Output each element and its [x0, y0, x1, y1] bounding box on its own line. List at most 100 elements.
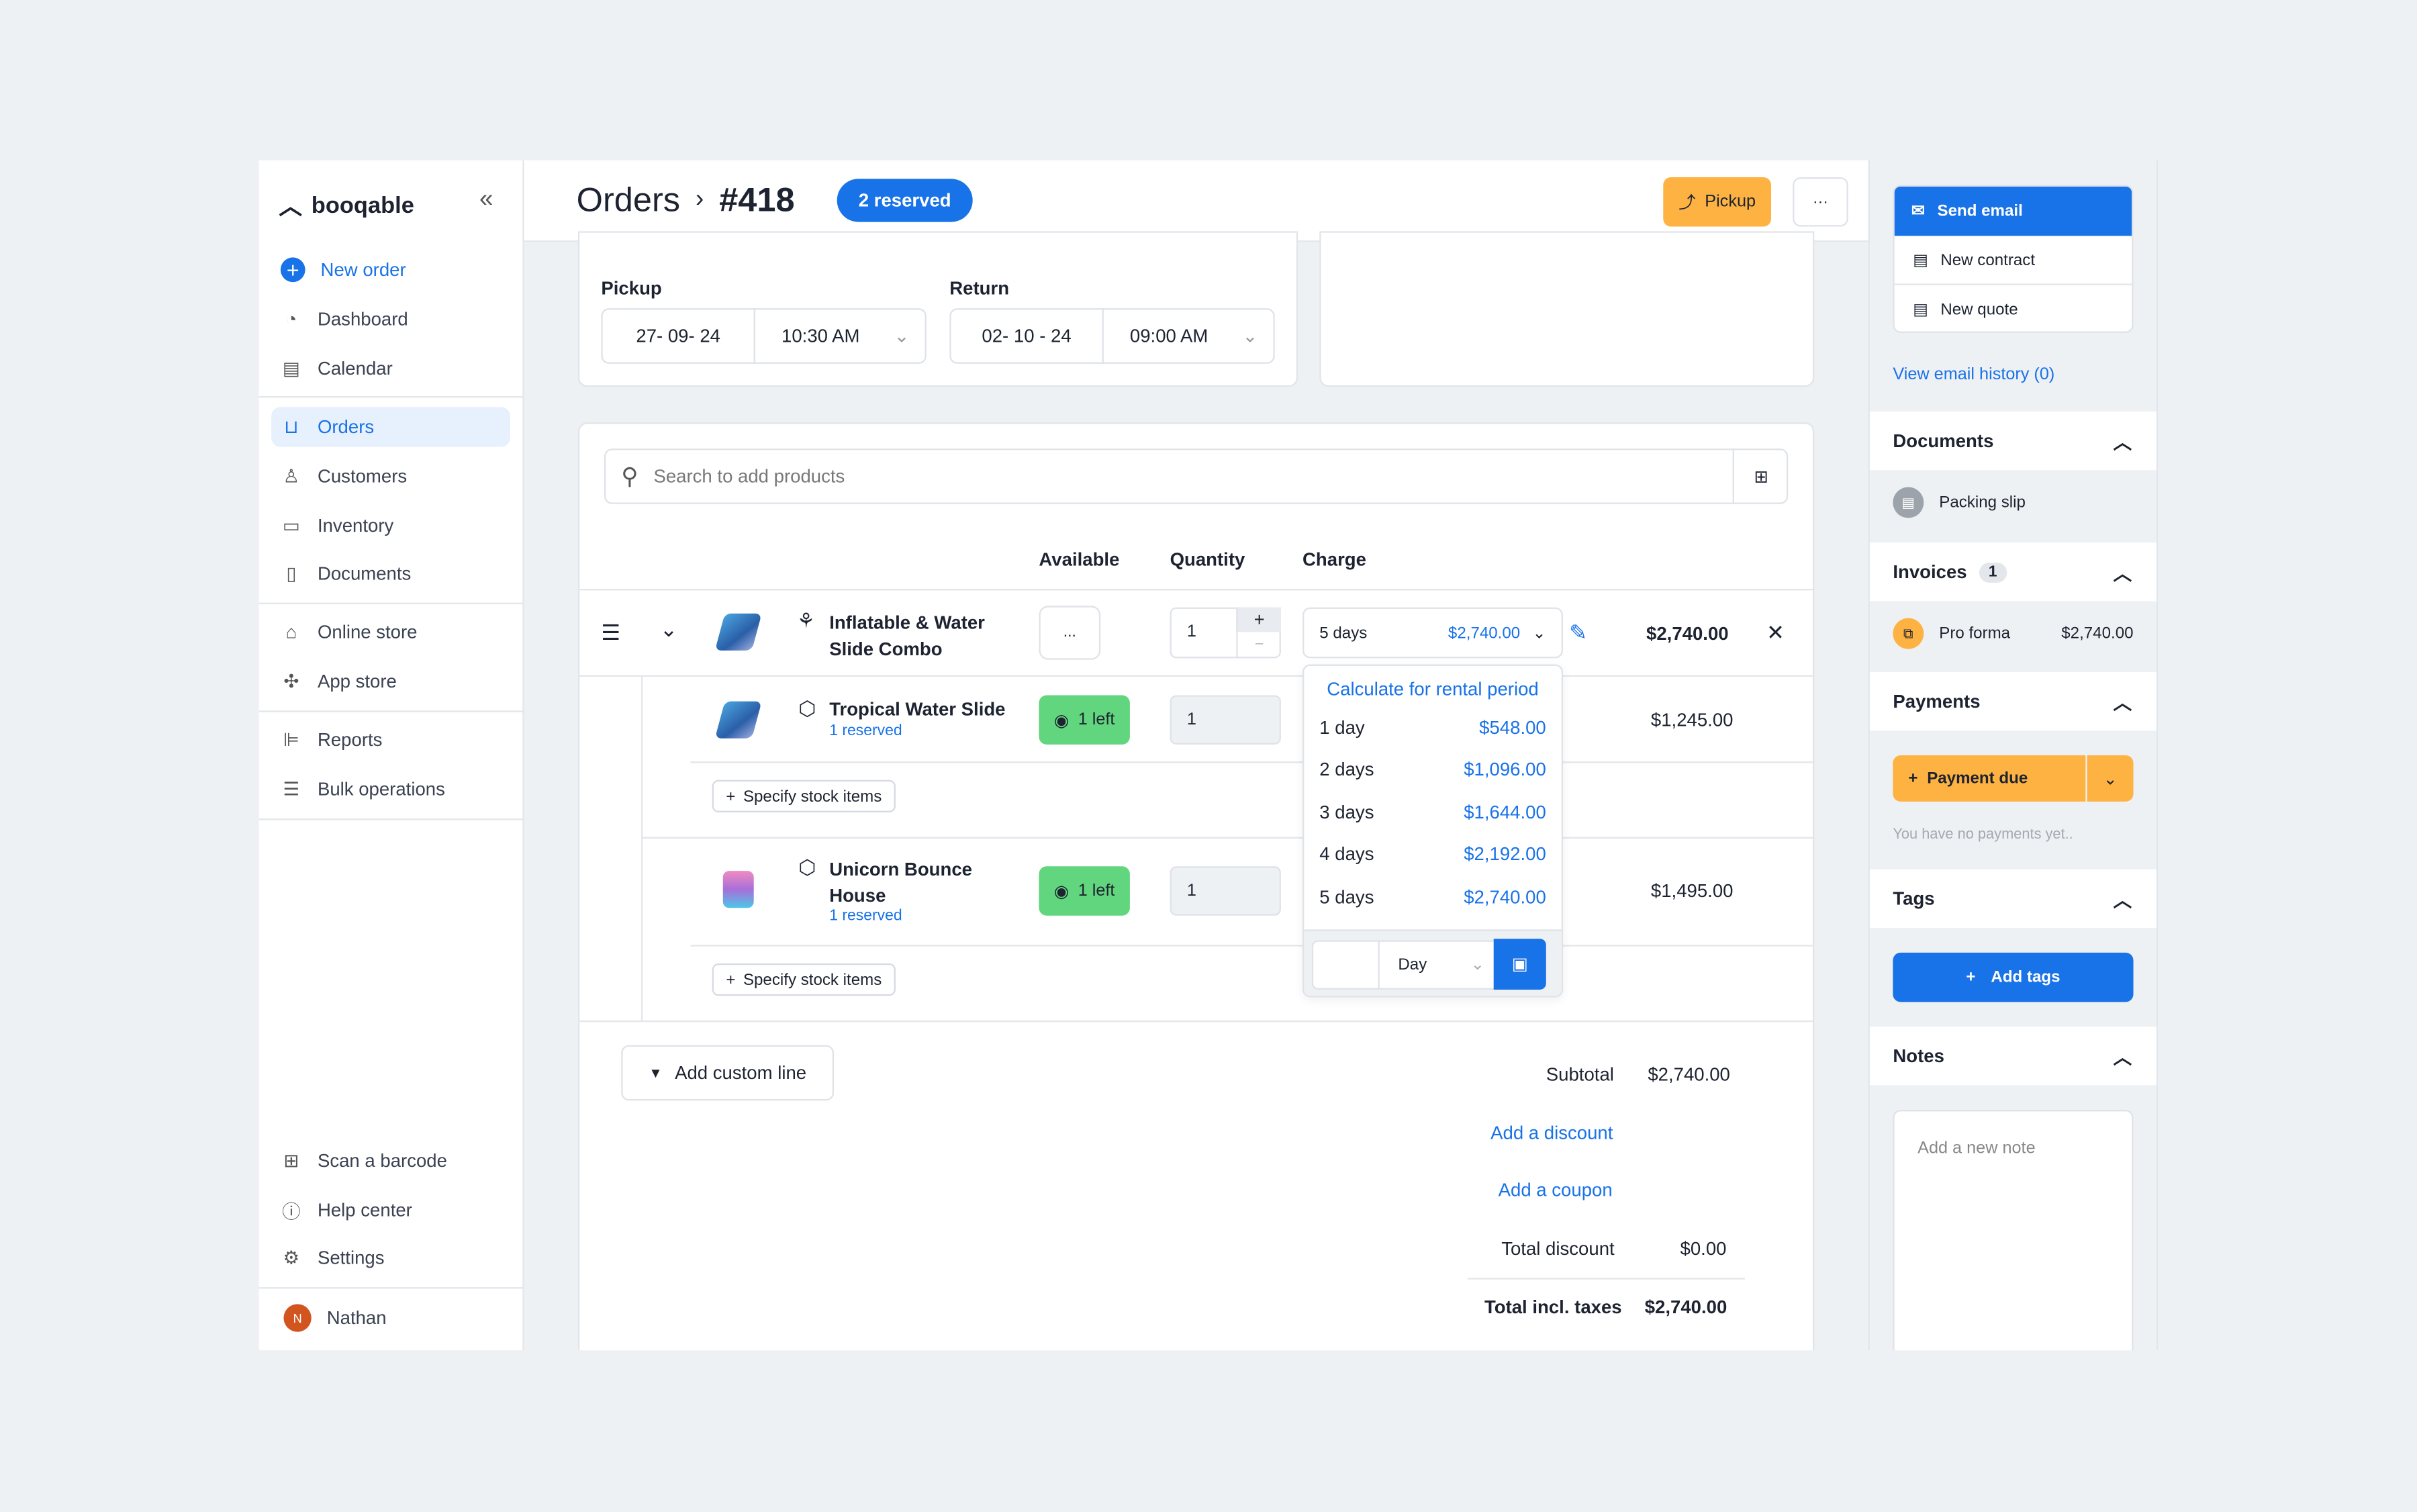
save-period-button[interactable]: ▣	[1493, 939, 1546, 990]
return-time-select[interactable]: 09:00 AM ⌄	[1102, 308, 1275, 364]
charge-option[interactable]: 3 days $1,644.00	[1304, 791, 1561, 833]
target-icon: ◉	[1053, 882, 1069, 901]
bundle-icon: ⚘	[796, 608, 815, 632]
notes-header[interactable]: Notes ︿	[1869, 1027, 2157, 1086]
product-search-input[interactable]: ⚲ Search to add products	[604, 448, 1789, 504]
edit-icon[interactable]: ✎	[1569, 620, 1587, 646]
product-name: Unicorn Bounce House	[829, 858, 972, 906]
charge-option[interactable]: 4 days $2,192.00	[1304, 833, 1561, 876]
pickup-icon: ⤴	[1678, 194, 1696, 213]
calendar-icon: ▤	[282, 357, 300, 379]
charge-option[interactable]: 2 days $1,096.00	[1304, 749, 1561, 791]
add-tags-button[interactable]: + Add tags	[1893, 952, 2134, 1002]
box-icon: ▭	[282, 514, 300, 536]
avatar: N	[283, 1304, 312, 1332]
send-email-button[interactable]: ✉ Send email	[1894, 186, 2132, 236]
barcode-icon: ⊞	[283, 1149, 299, 1172]
charge-select[interactable]: 5 days $2,740.00 ⌄	[1302, 607, 1564, 659]
documents-header[interactable]: Documents ︿	[1869, 412, 2157, 471]
quantity-value: 1	[1186, 882, 1196, 900]
sidebar-item-calendar[interactable]: ▤ Calendar	[271, 348, 510, 389]
collapse-sidebar-icon[interactable]: «	[479, 187, 493, 214]
sidebar-item-new-order[interactable]: + New order	[271, 250, 510, 290]
breadcrumb-orders[interactable]: Orders	[577, 181, 680, 221]
specify-stock-items-button[interactable]: + Specify stock items	[712, 779, 896, 812]
custom-period-input[interactable]	[1311, 940, 1380, 990]
add-custom-line-button[interactable]: ▼ Add custom line	[621, 1045, 835, 1101]
collapse-bundle-icon[interactable]: ⌄	[660, 616, 678, 643]
new-quote-button[interactable]: ▤ New quote	[1895, 285, 2132, 332]
pro-forma-invoice[interactable]: ⧉ Pro forma $2,740.00	[1893, 618, 2134, 649]
sidebar-item-online-store[interactable]: ⌂ Online store	[271, 612, 510, 652]
payment-options-button[interactable]: ⌄	[2087, 755, 2134, 802]
logo[interactable]: ︿ booqable	[279, 189, 414, 222]
sidebar-item-reports[interactable]: ⊫ Reports	[271, 720, 510, 760]
product-icon: ⬡	[798, 696, 816, 720]
customer-card	[1319, 231, 1815, 387]
column-quantity: Quantity	[1170, 549, 1245, 571]
drag-handle-icon[interactable]: ☰	[601, 620, 620, 646]
sidebar-item-help-center[interactable]: ⓘ Help center	[271, 1190, 510, 1230]
product-icon: ⬡	[798, 855, 816, 879]
new-contract-button[interactable]: ▤ New contract	[1894, 236, 2132, 285]
divider	[577, 675, 1815, 677]
calculate-rental-period[interactable]: Calculate for rental period	[1304, 678, 1561, 700]
column-charge: Charge	[1302, 549, 1366, 571]
pickup-date-field[interactable]: 27- 09- 24	[601, 308, 755, 364]
chevron-up-icon: ︿	[2113, 430, 2132, 453]
bundle-name: Inflatable & Water Slide Combo	[829, 612, 985, 660]
page-bottom	[0, 1350, 2417, 1512]
add-discount-link[interactable]: Add a discount	[1490, 1122, 1613, 1143]
store-icon: ⌂	[285, 621, 297, 643]
help-icon: ⓘ	[282, 1200, 301, 1222]
sidebar-item-bulk-operations[interactable]: ☰ Bulk operations	[271, 769, 510, 810]
status-badge: 2 reserved	[837, 179, 973, 222]
tags-header[interactable]: Tags ︿	[1869, 869, 2157, 929]
divider	[690, 761, 1815, 763]
remove-icon[interactable]: ✕	[1766, 620, 1785, 646]
total-discount-value: $0.00	[1680, 1237, 1727, 1260]
decrement-button[interactable]: −	[1236, 632, 1281, 659]
specify-stock-items-button[interactable]: + Specify stock items	[712, 963, 896, 996]
sidebar-item-customers[interactable]: ♙ Customers	[271, 457, 510, 497]
return-date-field[interactable]: 02- 10 - 24	[949, 308, 1104, 364]
sidebar-item-app-store[interactable]: ✣ App store	[271, 661, 510, 702]
pickup-button[interactable]: ⤴ Pickup	[1663, 177, 1771, 227]
reserved-link[interactable]: 1 reserved	[829, 908, 902, 925]
user-menu[interactable]: N Nathan	[275, 1298, 514, 1338]
no-payments-text: You have no payments yet..	[1893, 826, 2073, 843]
sidebar-item-orders[interactable]: ⊔ Orders	[271, 407, 510, 447]
packing-slip[interactable]: ▤ Packing slip	[1893, 487, 2026, 518]
stack-icon: ☰	[283, 778, 300, 800]
charge-option[interactable]: 1 day $548.00	[1304, 706, 1561, 749]
product-name: Tropical Water Slide	[829, 698, 1006, 720]
search-icon: ⚲	[621, 464, 638, 491]
email-actions: ✉ Send email ▤ New contract ▤ New quote	[1893, 185, 2134, 333]
chevron-up-icon: ︿	[2113, 561, 2132, 583]
pickup-time-select[interactable]: 10:30 AM ⌄	[753, 308, 927, 364]
sidebar-item-documents[interactable]: ▯ Documents	[271, 553, 510, 594]
plus-icon: +	[1966, 967, 1976, 987]
note-input[interactable]: Add a new note	[1893, 1110, 2134, 1357]
line-total: $1,495.00	[1650, 880, 1734, 902]
sidebar-item-settings[interactable]: ⚙ Settings	[271, 1238, 510, 1278]
gauge-icon: ◔	[285, 308, 297, 330]
add-coupon-link[interactable]: Add a coupon	[1499, 1179, 1613, 1200]
charge-option[interactable]: 5 days $2,740.00	[1304, 876, 1561, 918]
period-unit-select[interactable]: Day ⌄	[1378, 940, 1496, 990]
scan-barcode-button[interactable]: ⊞	[1732, 448, 1789, 504]
more-button[interactable]: ···	[1793, 177, 1848, 227]
sidebar-item-scan-barcode[interactable]: ⊞ Scan a barcode	[271, 1141, 510, 1181]
product-image	[722, 871, 754, 908]
invoices-header[interactable]: Invoices 1 ︿	[1869, 542, 2157, 602]
reserved-link[interactable]: 1 reserved	[829, 723, 902, 740]
payments-header[interactable]: Payments ︿	[1869, 672, 2157, 731]
document-icon: ▤	[1913, 300, 1928, 320]
sidebar-item-dashboard[interactable]: ◔ Dashboard	[271, 299, 510, 339]
sidebar-item-inventory[interactable]: ▭ Inventory	[271, 506, 510, 546]
gear-icon: ⚙	[283, 1247, 300, 1269]
email-history-link[interactable]: View email history (0)	[1893, 365, 2054, 384]
divider	[577, 1020, 1815, 1023]
payment-due-button[interactable]: + Payment due	[1893, 755, 2086, 802]
increment-button[interactable]: +	[1236, 607, 1281, 632]
